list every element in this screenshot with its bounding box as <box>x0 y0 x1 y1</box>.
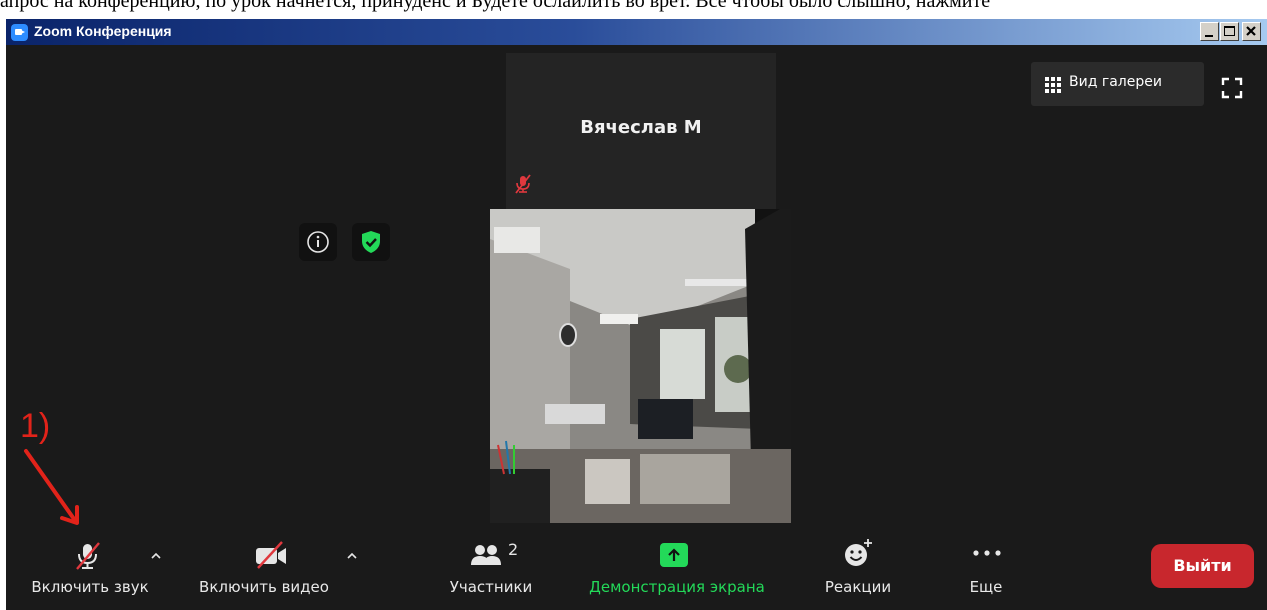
self-video-feed[interactable] <box>490 209 791 523</box>
leave-meeting-button[interactable]: Выйти <box>1151 544 1254 588</box>
document-text-strip: апрос на конференцию, по урок начнется, … <box>0 0 1267 19</box>
participants-button-label: Участники <box>449 578 533 596</box>
share-screen-icon <box>660 543 688 567</box>
video-button-label: Включить видео <box>199 578 329 596</box>
audio-button-label: Включить звук <box>31 578 149 596</box>
close-icon <box>1246 26 1256 36</box>
zoom-app-icon <box>11 24 28 41</box>
emoji-add-icon <box>845 539 872 566</box>
reactions-button-label: Реакции <box>824 578 892 596</box>
chevron-up-icon[interactable] <box>346 551 358 559</box>
fullscreen-icon[interactable] <box>1221 77 1243 99</box>
meeting-info-button[interactable] <box>299 223 337 261</box>
zoom-meeting-window: Zoom Конференция Вячеслав М Вид галереи <box>6 19 1267 610</box>
shield-check-icon <box>362 231 380 253</box>
participants-icon <box>471 545 501 565</box>
document-text: апрос на конференцию, по урок начнется, … <box>0 0 991 12</box>
maximize-button[interactable] <box>1220 22 1239 41</box>
share-screen-button-label: Демонстрация экрана <box>589 578 765 596</box>
encryption-button[interactable] <box>352 223 390 261</box>
gallery-view-label: Вид галереи <box>1069 74 1162 90</box>
camera-off-icon <box>256 541 286 569</box>
gallery-view-button[interactable]: Вид галереи <box>1031 62 1204 106</box>
window-title: Zoom Конференция <box>34 23 172 39</box>
maximize-icon <box>1224 26 1235 36</box>
mic-muted-icon <box>76 542 100 570</box>
annotation-step-label: 1) <box>20 407 51 445</box>
mic-muted-icon <box>515 174 531 194</box>
chevron-up-icon[interactable] <box>150 551 162 559</box>
title-bar[interactable]: Zoom Конференция <box>6 19 1267 45</box>
office-camera-image <box>490 209 791 523</box>
info-icon <box>307 231 329 253</box>
grid-icon <box>1045 77 1061 93</box>
minimize-icon <box>1205 35 1213 37</box>
speaker-name: Вячеслав М <box>580 117 702 138</box>
minimize-button[interactable] <box>1200 22 1219 41</box>
active-speaker-tile[interactable]: Вячеслав М <box>506 53 776 209</box>
close-button[interactable] <box>1242 22 1261 41</box>
more-dots-icon <box>973 550 1001 556</box>
participant-count: 2 <box>508 540 519 559</box>
more-button-label: Еще <box>969 578 1003 596</box>
